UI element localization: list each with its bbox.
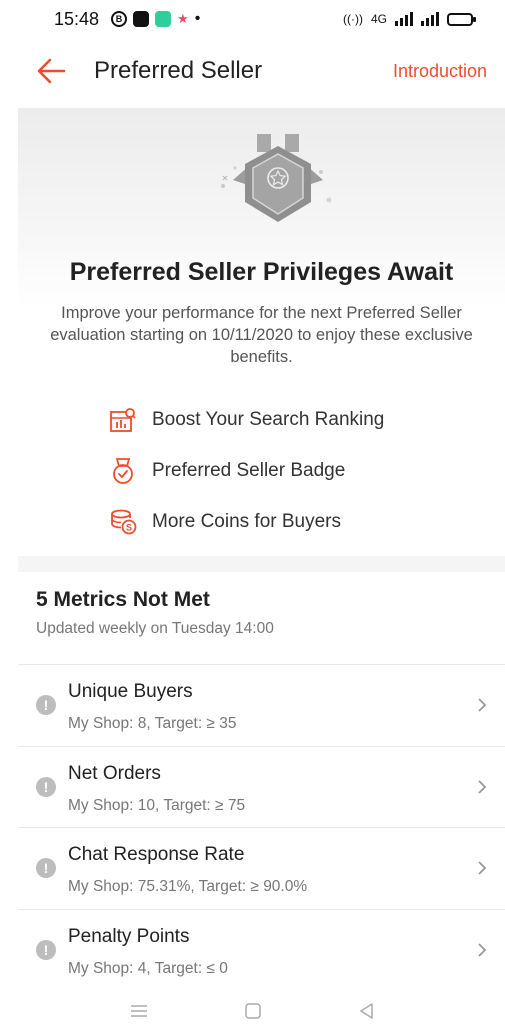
benefit-label: Boost Your Search Ranking xyxy=(152,408,385,430)
home-icon[interactable] xyxy=(242,1000,264,1022)
metrics-header: 5 Metrics Not Met Updated weekly on Tues… xyxy=(36,588,496,638)
metric-name: Penalty Points xyxy=(68,925,190,947)
warning-icon: ! xyxy=(36,776,56,797)
chevron-right-icon xyxy=(473,775,491,799)
signal-2-icon xyxy=(421,12,439,26)
privileges-description: Improve your performance for the next Pr… xyxy=(50,304,473,366)
notification-message-icon xyxy=(155,11,172,27)
section-divider xyxy=(18,556,505,572)
notification-dot-icon: • xyxy=(194,10,201,27)
menu-icon[interactable] xyxy=(128,1000,150,1022)
warning-icon: ! xyxy=(36,695,56,715)
privileges-title: Preferred Seller Privileges Await xyxy=(69,258,454,286)
svg-text:S: S xyxy=(126,522,132,532)
search-ranking-icon xyxy=(108,405,138,435)
back-icon[interactable] xyxy=(356,1000,378,1022)
status-left: 15:48 B ★ • xyxy=(54,9,200,30)
benefit-label: More Coins for Buyers xyxy=(152,510,342,532)
metric-detail: My Shop: 75.31%, Target: ≥ 90.0% xyxy=(68,878,308,895)
metric-name: Net Orders xyxy=(68,762,161,784)
network-type: 4G xyxy=(370,12,387,26)
introduction-link[interactable]: Introduction xyxy=(393,61,487,82)
privileges-hero: Preferred Seller Privileges Await Improv… xyxy=(18,108,505,556)
metric-row-penalty-points[interactable]: ! Penalty Points My Shop: 4, Target: ≤ 0 xyxy=(18,908,505,991)
chevron-right-icon xyxy=(473,693,491,717)
benefit-item: Boost Your Search Ranking xyxy=(108,394,468,445)
metrics-update-note: Updated weekly on Tuesday 14:00 xyxy=(36,620,274,637)
status-time: 15:48 xyxy=(54,8,100,29)
benefit-item: Preferred Seller Badge xyxy=(108,445,468,496)
benefit-item: S More Coins for Buyers xyxy=(108,496,468,547)
status-bar: 15:48 B ★ • ((·)) 4G xyxy=(0,0,505,38)
signal-icon xyxy=(395,12,413,26)
metric-name: Chat Response Rate xyxy=(68,844,245,865)
page-title: Preferred Seller xyxy=(94,57,263,84)
battery-icon xyxy=(447,12,476,26)
metric-row-net-orders[interactable]: ! Net Orders My Shop: 10, Target: ≥ 75 xyxy=(18,745,505,828)
notification-b-icon: B xyxy=(111,11,128,27)
system-nav-bar xyxy=(0,992,505,1030)
metric-detail: My Shop: 4, Target: ≤ 0 xyxy=(68,959,228,977)
warning-icon: ! xyxy=(36,939,56,960)
metric-row-chat-response-rate[interactable]: ! Chat Response Rate My Shop: 75.31%, Ta… xyxy=(18,827,505,909)
coins-icon: S xyxy=(108,507,138,537)
notification-star-icon: ★ xyxy=(177,11,189,26)
metric-name: Unique Buyers xyxy=(68,681,193,702)
metric-row-unique-buyers[interactable]: ! Unique Buyers My Shop: 8, Target: ≥ 35 xyxy=(18,664,505,746)
chevron-right-icon xyxy=(473,938,491,962)
warning-icon: ! xyxy=(36,858,56,878)
metric-detail: My Shop: 8, Target: ≥ 35 xyxy=(68,715,237,732)
app-bar: Preferred Seller Introduction xyxy=(0,38,505,104)
back-arrow-icon[interactable] xyxy=(34,54,68,88)
benefit-label: Preferred Seller Badge xyxy=(152,459,346,481)
vibrate-icon: ((·)) xyxy=(343,12,363,26)
notification-app-icon xyxy=(133,11,150,27)
seller-badge-icon xyxy=(108,456,138,486)
preferred-badge-icon xyxy=(213,128,343,238)
metrics-title: 5 Metrics Not Met xyxy=(36,588,210,611)
benefit-list: Boost Your Search Ranking Preferred Sell… xyxy=(108,394,468,547)
metric-list: ! Unique Buyers My Shop: 8, Target: ≥ 35… xyxy=(18,664,505,990)
status-right: ((·)) 4G xyxy=(343,12,476,26)
chevron-right-icon xyxy=(473,856,491,880)
metric-detail: My Shop: 10, Target: ≥ 75 xyxy=(68,796,246,814)
